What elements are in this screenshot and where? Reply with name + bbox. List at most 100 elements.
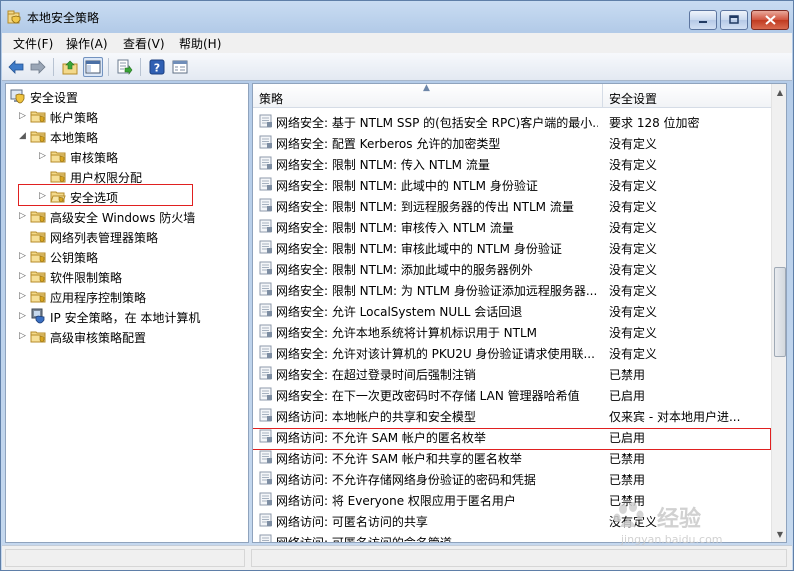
- tree-item-label: 审核策略: [70, 151, 119, 165]
- policy-setting-icon: [259, 114, 272, 128]
- policy-list: 网络安全: 基于 NTLM SSP 的(包括安全 RPC)客户端的最小... 要求…: [253, 110, 771, 542]
- policy-row[interactable]: 网络安全: 限制 NTLM: 传入 NTLM 流量 没有定义: [253, 153, 771, 174]
- policy-row[interactable]: 网络安全: 允许对该计算机的 PKU2U 身份验证请求使用联... 没有定义: [253, 342, 771, 363]
- tree-item[interactable]: ▷ 高级安全 Windows 防火墙: [6, 206, 246, 226]
- ip-security-icon: [31, 308, 45, 324]
- column-header-setting-label: 安全设置: [609, 92, 658, 106]
- policy-name: 网络访问: 可匿名访问的共享: [276, 515, 428, 529]
- collapsed-arrow-icon[interactable]: ▷: [19, 249, 29, 263]
- policy-setting-icon: [259, 492, 272, 506]
- tree-item[interactable]: ▷ 高级审核策略配置: [6, 326, 246, 346]
- export-list-button[interactable]: [115, 57, 135, 77]
- collapsed-arrow-icon[interactable]: ▷: [19, 209, 29, 223]
- vertical-scrollbar[interactable]: ▲ ▼: [771, 84, 786, 542]
- scroll-up-icon[interactable]: ▲: [772, 84, 786, 100]
- policy-row[interactable]: 网络安全: 限制 NTLM: 此域中的 NTLM 身份验证 没有定义: [253, 174, 771, 195]
- policy-name: 网络安全: 限制 NTLM: 此域中的 NTLM 身份验证: [276, 179, 538, 193]
- show-hide-tree-icon: [85, 60, 101, 74]
- folder-icon: [30, 111, 46, 123]
- policy-row[interactable]: 网络安全: 允许 LocalSystem NULL 会话回退 没有定义: [253, 300, 771, 321]
- tree-item[interactable]: ▷ 公钥策略: [6, 246, 246, 266]
- tree-item[interactable]: 网络列表管理器策略: [6, 226, 246, 246]
- policy-name: 网络安全: 配置 Kerberos 允许的加密类型: [276, 137, 501, 151]
- forward-button[interactable]: [28, 57, 48, 77]
- properties-button[interactable]: [170, 57, 190, 77]
- policy-setting-value: 没有定义: [609, 200, 658, 214]
- folder-icon: [50, 171, 66, 183]
- collapsed-arrow-icon[interactable]: ▷: [19, 269, 29, 283]
- policy-row[interactable]: 网络安全: 基于 NTLM SSP 的(包括安全 RPC)客户端的最小... 要求…: [253, 111, 771, 132]
- tree-item[interactable]: ◢ 本地策略: [6, 126, 246, 146]
- tree-item[interactable]: ▷ 应用程序控制策略: [6, 286, 246, 306]
- policy-row[interactable]: 网络安全: 限制 NTLM: 为 NTLM 身份验证添加远程服务器... 没有定义: [253, 279, 771, 300]
- column-header-policy[interactable]: 策略 ▲: [253, 84, 603, 108]
- policy-row[interactable]: 网络安全: 在下一次更改密码时不存储 LAN 管理器哈希值 已启用: [253, 384, 771, 405]
- collapsed-arrow-icon[interactable]: ▷: [19, 329, 29, 343]
- up-one-level-button[interactable]: [60, 57, 80, 77]
- forward-arrow-icon: [30, 60, 46, 74]
- menu-file[interactable]: 文件(F): [13, 35, 53, 52]
- policy-row[interactable]: 网络安全: 在超过登录时间后强制注销 已禁用: [253, 363, 771, 384]
- toolbar-separator: [108, 58, 109, 76]
- policy-name: 网络安全: 允许本地系统将计算机标识用于 NTLM: [276, 326, 538, 340]
- policy-list-pane[interactable]: 策略 ▲ 安全设置 网络安全: 基于 NTLM SSP 的(包括安全 RPC)客…: [252, 83, 787, 543]
- policy-setting-icon: [259, 303, 272, 317]
- tree-item-label: 公钥策略: [50, 251, 99, 265]
- policy-row[interactable]: 网络安全: 允许本地系统将计算机标识用于 NTLM 没有定义: [253, 321, 771, 342]
- tree-item-label: 用户权限分配: [70, 171, 143, 185]
- sort-ascending-icon: ▲: [423, 83, 430, 93]
- collapsed-arrow-icon[interactable]: ▷: [19, 309, 29, 323]
- title-bar[interactable]: 本地安全策略: [1, 1, 793, 33]
- policy-row[interactable]: 网络安全: 配置 Kerberos 允许的加密类型 没有定义: [253, 132, 771, 153]
- policy-setting-value: 没有定义: [609, 179, 658, 193]
- policy-setting-value: 已禁用: [609, 368, 646, 382]
- menu-view[interactable]: 查看(V): [123, 35, 165, 52]
- policy-row[interactable]: 网络访问: 不允许 SAM 帐户的匿名枚举 已启用: [253, 426, 771, 447]
- watermark-url: jingyan.baidu.com: [621, 533, 723, 546]
- menu-help[interactable]: 帮助(H): [179, 35, 221, 52]
- policy-setting-icon: [259, 240, 272, 254]
- tree-item-label: 高级安全 Windows 防火墙: [50, 211, 196, 225]
- collapsed-arrow-icon[interactable]: ▷: [19, 289, 29, 303]
- policy-row[interactable]: 网络访问: 不允许存储网络身份验证的密码和凭据 已禁用: [253, 468, 771, 489]
- tree-item[interactable]: ▷ 安全选项: [6, 186, 246, 206]
- policy-row[interactable]: 网络安全: 限制 NTLM: 添加此域中的服务器例外 没有定义: [253, 258, 771, 279]
- scrollbar-thumb[interactable]: [774, 267, 786, 357]
- policy-row[interactable]: 网络安全: 限制 NTLM: 审核传入 NTLM 流量 没有定义: [253, 216, 771, 237]
- policy-row[interactable]: 网络访问: 本地帐户的共享和安全模型 仅来宾 - 对本地用户进...: [253, 405, 771, 426]
- policy-row[interactable]: 网络安全: 限制 NTLM: 审核此域中的 NTLM 身份验证 没有定义: [253, 237, 771, 258]
- tree-pane[interactable]: 安全设置 ▷ 帐户策略 ◢ 本地策略 ▷ 审核策略 用户权限分配 ▷ 安全选项 ▷ 高级安全 Wind…: [5, 83, 249, 543]
- close-button[interactable]: [751, 10, 789, 30]
- policy-setting-icon: [259, 387, 272, 401]
- maximize-button[interactable]: [720, 10, 748, 30]
- policy-name: 网络安全: 限制 NTLM: 添加此域中的服务器例外: [276, 263, 533, 277]
- policy-name: 网络访问: 不允许 SAM 帐户的匿名枚举: [276, 431, 486, 445]
- tree-item[interactable]: ▷ 帐户策略: [6, 106, 246, 126]
- tree-item[interactable]: ▷ 审核策略: [6, 146, 246, 166]
- folder-icon: [30, 331, 46, 343]
- expanded-arrow-icon[interactable]: ◢: [19, 129, 29, 143]
- collapsed-arrow-icon[interactable]: ▷: [19, 109, 29, 123]
- minimize-button[interactable]: [689, 10, 717, 30]
- collapsed-arrow-icon[interactable]: ▷: [39, 189, 49, 203]
- column-header-setting[interactable]: 安全设置: [603, 84, 771, 108]
- show-hide-tree-button[interactable]: [83, 57, 103, 77]
- collapsed-arrow-icon[interactable]: ▷: [39, 149, 49, 163]
- tree-item[interactable]: ▷ IP 安全策略，在 本地计算机: [6, 306, 246, 326]
- svg-text:?: ?: [154, 62, 160, 75]
- policy-name: 网络安全: 限制 NTLM: 审核此域中的 NTLM 身份验证: [276, 242, 562, 256]
- policy-row[interactable]: 网络安全: 限制 NTLM: 到远程服务器的传出 NTLM 流量 没有定义: [253, 195, 771, 216]
- folder-icon: [30, 131, 46, 143]
- tree-item[interactable]: 安全设置: [6, 86, 246, 106]
- menu-action[interactable]: 操作(A): [66, 35, 108, 52]
- back-button[interactable]: [6, 57, 26, 77]
- folder-icon: [50, 151, 66, 163]
- policy-name: 网络安全: 限制 NTLM: 审核传入 NTLM 流量: [276, 221, 514, 235]
- tree-item[interactable]: ▷ 软件限制策略: [6, 266, 246, 286]
- policy-setting-icon: [259, 408, 272, 422]
- scroll-down-icon[interactable]: ▼: [772, 526, 786, 542]
- tree-item-label: 网络列表管理器策略: [50, 231, 159, 245]
- tree-item[interactable]: 用户权限分配: [6, 166, 246, 186]
- help-button[interactable]: ?: [147, 57, 167, 77]
- policy-row[interactable]: 网络访问: 不允许 SAM 帐户和共享的匿名枚举 已禁用: [253, 447, 771, 468]
